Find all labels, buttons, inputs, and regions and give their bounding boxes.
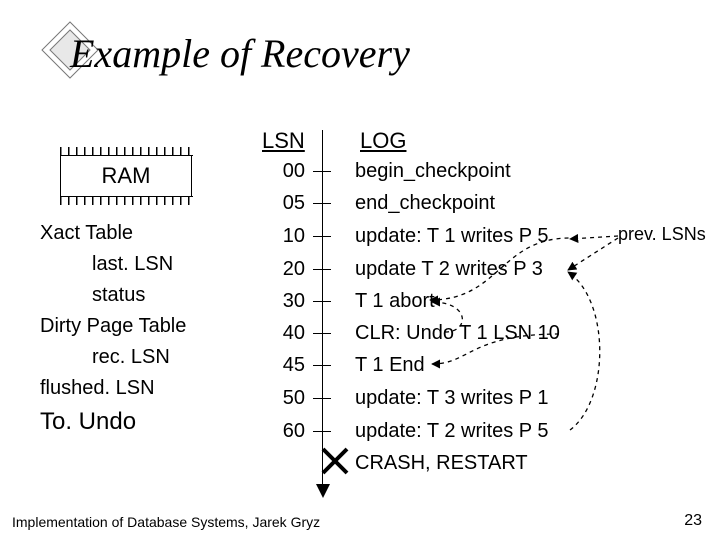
log-event: T 1 End (355, 354, 425, 377)
log-event: update: T 1 writes P 5 (355, 225, 548, 248)
prev-lsns-label: prev. LSNs (618, 224, 706, 245)
column-header-lsn: LSN (262, 128, 305, 154)
log-event: update: T 2 writes P 5 (355, 420, 548, 443)
list-item: last. LSN (40, 249, 186, 280)
ram-structures-list: Xact Table last. LSN status Dirty Page T… (40, 218, 186, 404)
crash-icon (320, 446, 350, 476)
toundo-label: To. Undo (40, 408, 136, 436)
timeline-tick (313, 365, 331, 366)
ram-label: RAM (102, 163, 151, 189)
lsn-value: 45 (275, 354, 305, 377)
lsn-value: 20 (275, 258, 305, 281)
lsn-value: 50 (275, 387, 305, 410)
lsn-value: 00 (275, 160, 305, 183)
timeline-tick (313, 171, 331, 172)
timeline-tick (313, 236, 331, 237)
log-event: CLR: Undo T 1 LSN 10 (355, 322, 560, 345)
timeline-tick (313, 203, 331, 204)
list-item: flushed. LSN (40, 373, 186, 404)
ram-box: RAM (60, 155, 192, 197)
timeline-tick (313, 269, 331, 270)
list-item: rec. LSN (40, 342, 186, 373)
timeline-tick (313, 301, 331, 302)
timeline-tick (313, 431, 331, 432)
crash-label: CRASH, RESTART (355, 452, 528, 475)
log-event: end_checkpoint (355, 192, 495, 215)
list-item: status (40, 280, 186, 311)
log-event: update: T 3 writes P 1 (355, 387, 548, 410)
list-item: Xact Table (40, 218, 186, 249)
timeline-tick (313, 398, 331, 399)
slide-title: Example of Recovery (70, 30, 410, 77)
timeline-tick (313, 333, 331, 334)
column-header-log: LOG (360, 128, 406, 154)
lsn-value: 10 (275, 225, 305, 248)
footer-text: Implementation of Database Systems, Jare… (12, 514, 320, 530)
log-event: T 1 abort (355, 290, 435, 313)
log-event: begin_checkpoint (355, 160, 511, 183)
lsn-value: 60 (275, 420, 305, 443)
lsn-value: 40 (275, 322, 305, 345)
page-number: 23 (684, 512, 702, 530)
lsn-value: 30 (275, 290, 305, 313)
lsn-value: 05 (275, 192, 305, 215)
log-event: update T 2 writes P 3 (355, 258, 543, 281)
list-item: Dirty Page Table (40, 311, 186, 342)
